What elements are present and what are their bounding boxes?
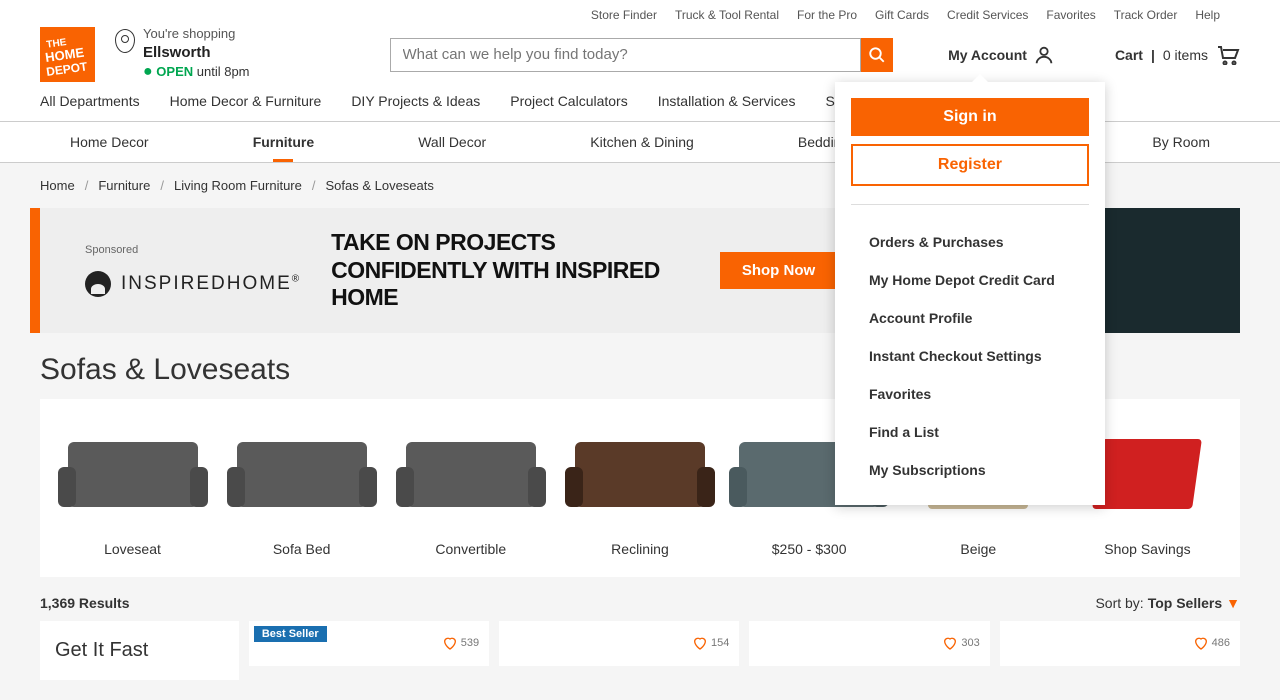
crumb[interactable]: Home (40, 178, 75, 193)
dd-link-profile[interactable]: Account Profile (851, 299, 1089, 337)
cart-icon (1216, 45, 1240, 65)
util-link[interactable]: Gift Cards (875, 8, 929, 22)
favorite-button[interactable]: 303 (942, 635, 979, 651)
banner-headline: TAKE ON PROJECTS CONFIDENTLY WITH INSPIR… (331, 229, 660, 312)
dd-link-findlist[interactable]: Find a List (851, 413, 1089, 451)
logo[interactable]: THEHOMEDEPOT (40, 27, 95, 82)
search-icon (868, 46, 886, 64)
my-account[interactable]: My Account Sign in Register Orders & Pur… (948, 44, 1055, 66)
util-link[interactable]: Store Finder (591, 8, 657, 22)
heart-icon (942, 635, 958, 651)
sponsored-label: Sponsored (85, 244, 301, 256)
tile-loveseat[interactable]: Loveseat (55, 419, 210, 557)
product-card[interactable]: 486 (1000, 621, 1240, 666)
dd-link-favorites[interactable]: Favorites (851, 375, 1089, 413)
chevron-down-icon: ▼ (1226, 595, 1240, 611)
nav-item[interactable]: DIY Projects & Ideas (351, 93, 480, 109)
shop-now-button[interactable]: Shop Now (720, 252, 837, 289)
favorite-button[interactable]: 486 (1193, 635, 1230, 651)
nav-item[interactable]: Installation & Services (658, 93, 796, 109)
cart-count: 0 items (1163, 47, 1208, 63)
subnav-item-active[interactable]: Furniture (253, 134, 314, 150)
heart-icon (692, 635, 708, 651)
cart[interactable]: Cart | 0 items (1115, 45, 1240, 65)
nav-item[interactable]: Home Decor & Furniture (170, 93, 322, 109)
subnav-item[interactable]: Home Decor (70, 134, 149, 150)
signin-button[interactable]: Sign in (851, 98, 1089, 136)
dd-link-credit[interactable]: My Home Depot Credit Card (851, 261, 1089, 299)
util-link[interactable]: Credit Services (947, 8, 1028, 22)
utility-bar: Store Finder Truck & Tool Rental For the… (0, 0, 1280, 26)
results-count: 1,369 Results (40, 595, 130, 611)
subnav-item[interactable]: Wall Decor (418, 134, 486, 150)
account-dropdown: Sign in Register Orders & Purchases My H… (835, 82, 1105, 505)
account-label: My Account (948, 47, 1027, 63)
sidebar-filter: Get It Fast (40, 621, 239, 680)
nav-item[interactable]: Project Calculators (510, 93, 628, 109)
heart-icon (1193, 635, 1209, 651)
dd-link-subs[interactable]: My Subscriptions (851, 451, 1089, 489)
dd-link-orders[interactable]: Orders & Purchases (851, 223, 1089, 261)
register-button[interactable]: Register (851, 144, 1089, 186)
crumb[interactable]: Living Room Furniture (174, 178, 302, 193)
dd-link-checkout[interactable]: Instant Checkout Settings (851, 337, 1089, 375)
best-seller-badge: Best Seller (254, 626, 327, 642)
nav-item[interactable]: All Departments (40, 93, 140, 109)
store-hours: ● OPEN until 8pm (143, 62, 250, 83)
product-row: Get It Fast Best Seller 539 154 303 486 (0, 621, 1280, 680)
tile-convertible[interactable]: Convertible (393, 419, 548, 557)
subnav-item[interactable]: By Room (1152, 134, 1210, 150)
product-card[interactable]: 154 (499, 621, 739, 666)
util-link[interactable]: Truck & Tool Rental (675, 8, 779, 22)
store-selector[interactable]: You're shopping Ellsworth ● OPEN until 8… (115, 26, 250, 83)
tile-reclining[interactable]: Reclining (562, 419, 717, 557)
pin-icon (115, 29, 135, 53)
crumb[interactable]: Furniture (98, 178, 150, 193)
heart-icon (442, 635, 458, 651)
header: THEHOMEDEPOT You're shopping Ellsworth ●… (0, 26, 1280, 93)
sort-dropdown[interactable]: Sort by:Top Sellers▼ (1095, 595, 1240, 611)
search-input[interactable] (390, 38, 862, 72)
tile-sofabed[interactable]: Sofa Bed (224, 419, 379, 557)
cart-label: Cart (1115, 47, 1143, 63)
brand-mark-icon (85, 271, 111, 297)
results-bar: 1,369 Results Sort by:Top Sellers▼ (0, 577, 1280, 621)
store-name: Ellsworth (143, 43, 250, 63)
util-link[interactable]: For the Pro (797, 8, 857, 22)
store-prefix: You're shopping (143, 26, 250, 43)
user-icon (1033, 44, 1055, 66)
util-link[interactable]: Favorites (1046, 8, 1095, 22)
product-card[interactable]: Best Seller 539 (249, 621, 489, 666)
brand-logo: INSPIREDHOME® (85, 271, 301, 297)
favorite-button[interactable]: 539 (442, 635, 479, 651)
product-card[interactable]: 303 (749, 621, 989, 666)
crumb-current: Sofas & Loveseats (325, 178, 433, 193)
favorite-button[interactable]: 154 (692, 635, 729, 651)
search-button[interactable] (861, 38, 893, 72)
util-link[interactable]: Track Order (1114, 8, 1178, 22)
banner-accent (30, 208, 40, 333)
divider (851, 204, 1089, 205)
util-link[interactable]: Help (1195, 8, 1220, 22)
subnav-item[interactable]: Kitchen & Dining (590, 134, 694, 150)
